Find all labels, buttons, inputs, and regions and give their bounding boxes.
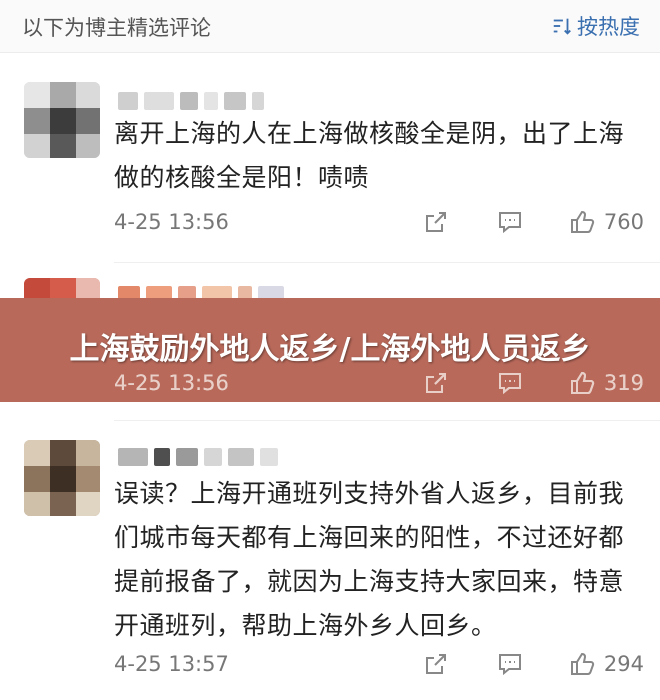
divider bbox=[114, 420, 660, 421]
sort-by-hot-button[interactable]: 按热度 bbox=[551, 11, 640, 41]
share-icon bbox=[425, 654, 446, 674]
reply-button[interactable] bbox=[496, 369, 524, 397]
divider bbox=[114, 262, 660, 263]
comment-text: 误读？上海开通班列支持外省人返乡，目前我们城市每天都有上海回来的阳性，不过还好都… bbox=[114, 479, 625, 640]
username-redacted[interactable] bbox=[118, 446, 278, 468]
headline-text: 上海鼓励外地人返乡/上海外地人员返乡 bbox=[69, 332, 591, 367]
thumbs-up-icon bbox=[570, 371, 595, 394]
reply-button[interactable] bbox=[496, 650, 524, 678]
comments-header: 以下为博主精选评论 按热度 bbox=[0, 0, 660, 53]
avatar[interactable] bbox=[24, 440, 100, 516]
comment-icon bbox=[498, 212, 521, 234]
share-button[interactable] bbox=[422, 208, 450, 236]
like-count: 294 bbox=[603, 652, 644, 676]
thumbs-up-icon bbox=[570, 210, 595, 233]
comment-time: 4-25 13:57 bbox=[114, 652, 229, 676]
comment-icon bbox=[498, 654, 521, 676]
share-button[interactable] bbox=[422, 650, 450, 678]
avatar[interactable] bbox=[24, 82, 100, 158]
comment-meta: 4-25 13:57 294 bbox=[114, 648, 644, 680]
comment-meta-overlay: 4-25 13:56 319 bbox=[114, 367, 644, 399]
comment-meta: 4-25 13:56 760 bbox=[114, 206, 644, 238]
username-redacted[interactable] bbox=[118, 90, 264, 112]
thumbs-up-icon bbox=[570, 652, 595, 675]
comment-icon bbox=[498, 373, 521, 395]
share-icon bbox=[425, 212, 446, 232]
like-count: 319 bbox=[603, 371, 644, 395]
like-button[interactable]: 294 bbox=[568, 650, 644, 678]
reply-button[interactable] bbox=[496, 208, 524, 236]
share-icon bbox=[425, 373, 446, 393]
comment-text: 离开上海的人在上海做核酸全是阴，出了上海做的核酸全是阳！啧啧 bbox=[114, 119, 625, 192]
sort-label: 按热度 bbox=[577, 15, 640, 39]
like-button[interactable]: 319 bbox=[568, 369, 644, 397]
comment-time: 4-25 13:56 bbox=[114, 371, 229, 395]
sort-icon bbox=[553, 18, 571, 35]
comment-time: 4-25 13:56 bbox=[114, 210, 229, 234]
header-title: 以下为博主精选评论 bbox=[22, 16, 211, 40]
like-count: 760 bbox=[603, 210, 644, 234]
like-button[interactable]: 760 bbox=[568, 208, 644, 236]
share-button[interactable] bbox=[422, 369, 450, 397]
